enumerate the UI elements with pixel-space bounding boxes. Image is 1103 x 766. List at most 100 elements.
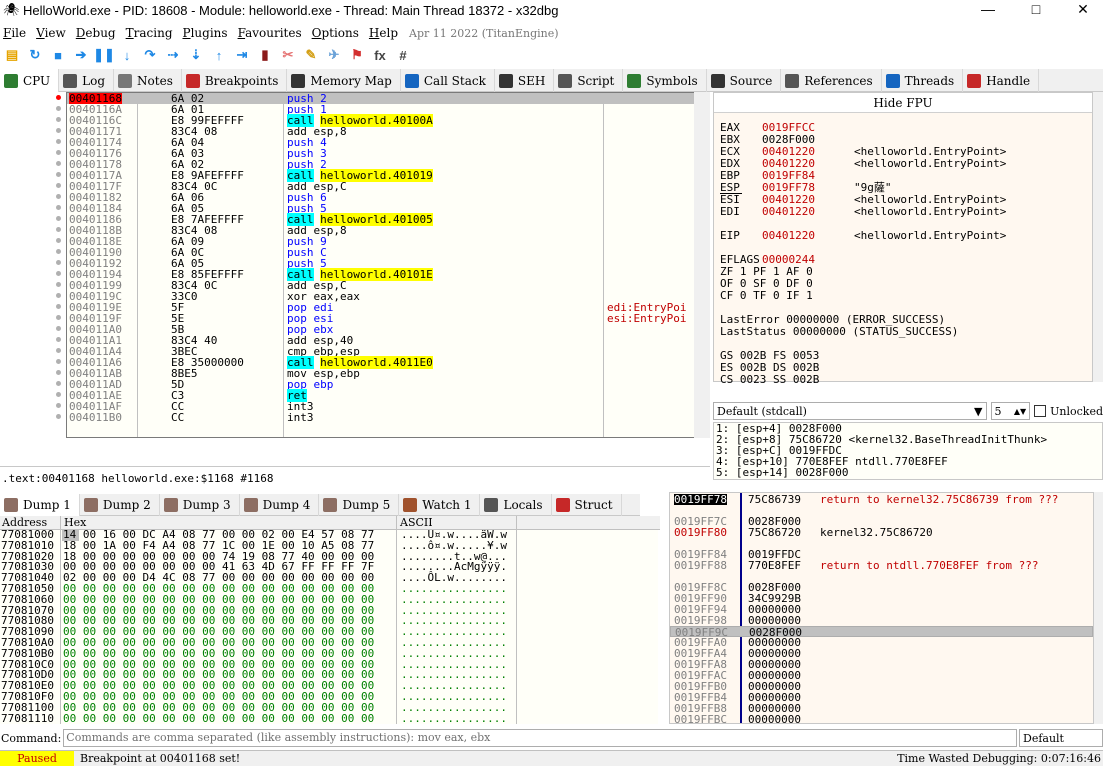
stack-row[interactable]: 0019FF88 770E8FEF return to ntdll.770E8FEF… [670,560,1093,582]
tab-locals[interactable]: Locals [480,494,552,516]
step-into-icon[interactable]: ↓ [117,45,137,65]
stack-row[interactable]: 0019FF8C 0028F000 [670,582,1093,593]
dump-row[interactable]: 77081110 00 00 00 00 00 00 00 00 00 00 00… [0,713,658,724]
tab-dump-1[interactable]: Dump 1 [0,494,80,516]
disasm-row[interactable]: 0040117A E8 9AFEFFFF call helloworld.40101… [67,169,709,182]
breakpoint-dot[interactable] [56,106,61,111]
stack-value[interactable]: 75C86739 [748,494,801,505]
tab-dump-4[interactable]: Dump 4 [240,494,320,516]
breakpoint-dot[interactable] [56,260,61,265]
hex-column-header[interactable]: Hex [64,516,86,530]
breakpoint-gutter[interactable] [0,92,66,438]
tab-struct[interactable]: Struct [552,494,622,516]
stack-view[interactable]: 0019FF78 75C86739 return to kernel32.75C86… [669,492,1094,724]
disasm-row[interactable]: 00401171 83C4 08 add esp,8 [67,126,709,137]
tab-breakpoints[interactable]: Breakpoints [182,69,288,92]
disasm-row[interactable]: 004011B0 CC int3 [67,412,709,423]
breakpoint-dot[interactable] [56,315,61,320]
tab-notes[interactable]: Notes [114,69,182,92]
register-edi[interactable]: EDI 00401220 <helloworld.EntryPoint> [720,206,1006,218]
breakpoint-dot[interactable] [56,216,61,221]
arg-count-spinner[interactable]: 5 ▲▼ [990,402,1031,420]
stack-scrollbar[interactable] [1094,492,1103,724]
register-value[interactable]: 00401220 [762,230,854,242]
disasm-row[interactable]: 004011A0 5B pop ebx [67,324,709,335]
stack-row[interactable]: 0019FF94 00000000 [670,604,1093,615]
stack-value[interactable]: 75C86720 [748,527,801,538]
tab-script[interactable]: Script [554,69,624,92]
disasm-row[interactable]: 00401174 6A 04 push 4 [67,137,709,148]
breakpoint-dot[interactable] [56,414,61,419]
disasm-row[interactable]: 00401199 83C4 0C add esp,C [67,280,709,291]
breakpoint-dot[interactable] [56,205,61,210]
stack-row[interactable]: 0019FF98 00000000 [670,615,1093,626]
stack-row[interactable]: 0019FF90 34C9929B [670,593,1093,604]
disasm-row[interactable]: 00401186 E8 7AFEFFFF call helloworld.40100… [67,213,709,226]
pause-icon[interactable]: ❚❚ [93,45,115,65]
segment-row[interactable]: CS 0023 SS 002B [720,374,819,386]
breakpoint-dot[interactable] [56,326,61,331]
stack-row[interactable]: 0019FF9C 0028F000 [670,626,1093,638]
command-input[interactable]: Commands are comma separated (like assem… [63,729,1017,747]
menu-view[interactable]: View [33,26,73,40]
disasm-row[interactable]: 00401182 6A 06 push 6 [67,192,709,203]
open-icon[interactable]: ▤ [2,45,22,65]
disassembly-scrollbar[interactable] [694,92,710,438]
stack-row[interactable]: 0019FFA0 00000000 [670,637,1093,648]
patch-icon[interactable]: ✂ [278,45,298,65]
execute-till-return-icon[interactable]: ↑ [209,45,229,65]
current-ip-marker[interactable] [56,95,61,100]
breakpoint-dot[interactable] [56,172,61,177]
step-over-icon[interactable]: ↷ [140,45,160,65]
tab-source[interactable]: Source [707,69,782,92]
run-icon[interactable]: ➔ [71,45,91,65]
disasm-row[interactable]: 0040118B 83C4 08 add esp,8 [67,225,709,236]
stack-row[interactable]: 0019FFA8 00000000 [670,659,1093,670]
breakpoint-dot[interactable] [56,359,61,364]
disasm-row[interactable]: 004011A6 E8 35000000 call helloworld.4011E… [67,356,709,369]
flags-row[interactable]: CF 0 TF 0 IF 1 [720,290,813,302]
stop-icon[interactable]: ■ [48,45,68,65]
calling-convention-select[interactable]: Default (stdcall) ▼ [713,402,987,420]
disasm-row[interactable]: 00401190 6A 0C push C [67,247,709,258]
stack-value[interactable]: 00000000 [748,615,801,626]
breakpoint-dot[interactable] [56,238,61,243]
tab-dump-3[interactable]: Dump 3 [160,494,240,516]
unlocked-checkbox[interactable] [1034,405,1047,417]
stack-row[interactable]: 0019FFA4 00000000 [670,648,1093,659]
breakpoint-dot[interactable] [56,348,61,353]
breakpoint-dot[interactable] [56,403,61,408]
menu-file[interactable]: File [0,26,33,40]
breakpoint-dot[interactable] [56,150,61,155]
disasm-row[interactable]: 004011AF CC int3 [67,401,709,412]
breakpoint-dot[interactable] [56,282,61,287]
breakpoint-dot[interactable] [56,381,61,386]
hash-icon[interactable]: # [393,45,413,65]
breakpoint-dot[interactable] [56,304,61,309]
tab-memory-map[interactable]: Memory Map [287,69,401,92]
restart-icon[interactable]: ↻ [25,45,45,65]
menu-options[interactable]: Options [309,26,366,40]
stack-row[interactable]: 0019FFB8 00000000 [670,703,1093,714]
breakpoint-dot[interactable] [56,337,61,342]
close-button[interactable]: ✕ [1060,0,1103,20]
tab-dump-2[interactable]: Dump 2 [80,494,160,516]
registers-scrollbar[interactable] [1093,92,1103,382]
scylla-icon[interactable]: ▮ [255,45,275,65]
register-eip[interactable]: EIP 00401220 <helloworld.EntryPoint> [720,230,1006,242]
disasm-row[interactable]: 004011A1 83C4 40 add esp,40 [67,335,709,346]
tab-seh[interactable]: SEH [495,69,555,92]
maximize-button[interactable]: □ [1013,0,1059,20]
tab-dump-5[interactable]: Dump 5 [319,494,400,516]
breakpoint-dot[interactable] [56,183,61,188]
menu-tracing[interactable]: Tracing [123,26,180,40]
stack-row[interactable]: 0019FFBC 00000000 [670,714,1093,723]
stack-row[interactable]: 0019FF80 75C86720 kernel32.75C86720 [670,527,1093,549]
breakpoint-dot[interactable] [56,249,61,254]
ascii-column-header[interactable]: ASCII [400,516,433,530]
breakpoint-dot[interactable] [56,194,61,199]
label-icon[interactable]: ✈ [324,45,344,65]
tab-watch-1[interactable]: Watch 1 [399,494,481,516]
disasm-row[interactable]: 0040118E 6A 09 push 9 [67,236,709,247]
comment-icon[interactable]: ✎ [301,45,321,65]
